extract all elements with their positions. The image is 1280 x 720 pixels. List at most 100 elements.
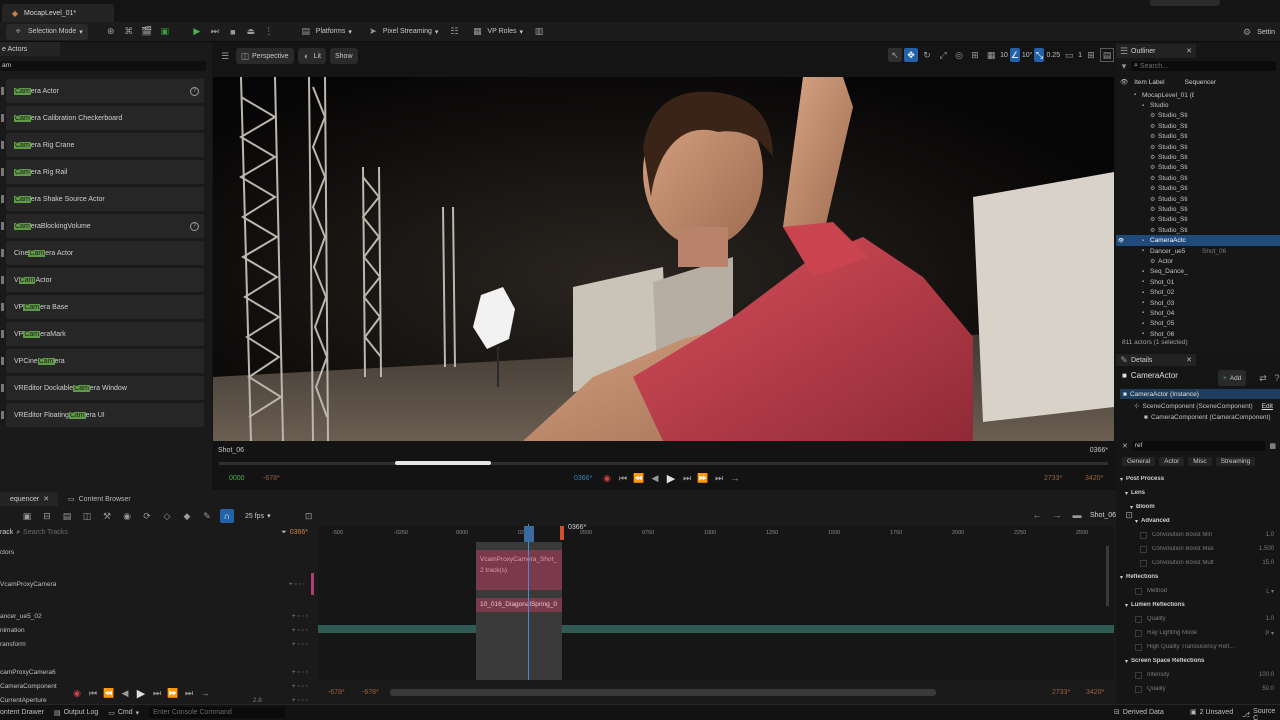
place-actor-item[interactable]: VP Cam eraMark (1, 322, 204, 346)
more-options-icon[interactable]: ⋮ (262, 25, 276, 39)
outliner-row[interactable]: ⚙ Studio_Sti (1116, 204, 1280, 214)
outliner-row[interactable]: ▪ Shot_06 (1116, 329, 1280, 339)
surface-snap-icon[interactable]: ⊞ (968, 48, 982, 62)
range-end2[interactable]: 3420* (1086, 689, 1104, 696)
camera-icon[interactable]: ◫ (80, 509, 94, 523)
play-icon[interactable]: ▶ (190, 25, 204, 39)
details-property-row[interactable]: Convolution Boost Min 1.0 (1120, 528, 1280, 542)
override-checkbox[interactable] (1135, 615, 1142, 623)
platforms-button[interactable]: ▤ Platforms ▾ (294, 24, 357, 40)
place-actor-item[interactable]: Cam era Actor? (1, 79, 204, 103)
close-icon[interactable]: ✕ (1186, 47, 1192, 55)
property-value[interactable]: 1.0 (1266, 616, 1274, 622)
range-start2[interactable]: -678* (362, 689, 379, 696)
range-end[interactable]: 2733* (1052, 689, 1070, 696)
show-button[interactable]: Show (329, 48, 358, 64)
blueprint-icon[interactable]: ⌘ (122, 25, 136, 39)
timecode-icon[interactable]: ⊡ (302, 509, 316, 523)
outliner-row[interactable]: ⚙ Actor (1116, 256, 1280, 266)
edit-tool-icon[interactable]: ✎ (200, 509, 214, 523)
level-tab[interactable]: ◆ MocapLevel_01* (2, 4, 114, 22)
track-search-placeholder[interactable]: Search Tracks (23, 529, 278, 536)
eye-icon[interactable]: 👁 (1116, 238, 1126, 244)
details-property-row[interactable]: Ray Lighting Mode P ▾ (1120, 626, 1280, 640)
world-space-icon[interactable]: ◎ (952, 48, 966, 62)
expand-arrow-icon[interactable]: ▾ (1120, 476, 1123, 483)
outliner-row[interactable]: ⚙ Studio_Sti (1116, 184, 1280, 194)
edit-link[interactable]: Edit (1262, 403, 1273, 410)
camera-clip[interactable]: VcamProxyCamera_Shot_ 2 track(s) (476, 550, 562, 590)
outliner-row[interactable]: ▪ Shot_05 (1116, 319, 1280, 329)
cinematics-icon[interactable]: 🎬 (140, 25, 154, 39)
key-icon[interactable]: ◇ (160, 509, 174, 523)
outliner-row[interactable]: ▪ Shot_04 (1116, 308, 1280, 318)
select-tool-icon[interactable]: ↖ (888, 48, 903, 62)
actions-icon[interactable]: ⚒ (100, 509, 114, 523)
track-value[interactable]: 2.8 (253, 697, 262, 704)
modes-icon[interactable]: ▣ (158, 25, 172, 39)
override-checkbox[interactable] (1140, 545, 1147, 553)
details-filter-tab[interactable]: Misc (1188, 457, 1212, 466)
details-section-header[interactable]: ▾ Lens (1120, 486, 1280, 500)
jump-end-icon[interactable]: ⏭ (712, 471, 726, 485)
sequencer-track[interactable] (0, 651, 314, 665)
outliner-row[interactable]: ⚙ Studio_Sti (1116, 173, 1280, 183)
sequencer-track[interactable] (0, 595, 314, 609)
outliner-search-input[interactable]: ⌕ Search... (1131, 61, 1276, 71)
grid-snap-value[interactable]: 10 (1000, 52, 1008, 59)
step-forward-icon[interactable]: ⏭ (680, 471, 694, 485)
outliner-row[interactable]: ⚙ Studio_Sti (1116, 215, 1280, 225)
grid-snap-icon[interactable]: ▦ (984, 48, 998, 62)
range-start[interactable]: -678* (328, 689, 345, 696)
add-component-button[interactable]: + Add (1218, 370, 1247, 386)
outliner-row[interactable]: ▪ Studio (1116, 100, 1280, 110)
unsaved-button[interactable]: ▣ 2 Unsaved (1190, 708, 1233, 717)
pixel-streaming-button[interactable]: ➤ Pixel Streaming ▾ (361, 24, 444, 40)
property-value[interactable]: P ▾ (1265, 630, 1274, 637)
next-key-icon[interactable]: ⏩ (166, 686, 180, 700)
details-section-header[interactable]: ▾ Lumen Reflections (1120, 598, 1280, 612)
close-icon[interactable]: ✕ (43, 495, 49, 503)
prev-key-icon[interactable]: ⏪ (632, 471, 646, 485)
details-property-row[interactable]: High Quality Translucency Refl... (1120, 640, 1280, 654)
place-actor-item[interactable]: VREditor Dockable Cam era Window (1, 376, 204, 400)
override-checkbox[interactable] (1135, 671, 1142, 679)
stop-icon[interactable]: ■ (226, 25, 240, 39)
property-value[interactable]: 1.0 (1266, 532, 1274, 538)
override-checkbox[interactable] (1140, 559, 1147, 567)
details-property-row[interactable]: Intensity 100.0 (1120, 668, 1280, 682)
details-section-header[interactable]: ▾ Advanced (1120, 514, 1280, 528)
expand-arrow-icon[interactable]: ▾ (1125, 658, 1128, 665)
sequencer-track[interactable] (0, 559, 314, 573)
override-checkbox[interactable] (1135, 629, 1142, 637)
outliner-row[interactable]: ▪ Shot_01 (1116, 277, 1280, 287)
layout-icon[interactable]: ▥ (532, 25, 546, 39)
selection-mode-button[interactable]: ⌖ Selection Mode ▾ (6, 23, 88, 40)
place-actor-item[interactable]: VREditor Floating Cam era UI (1, 403, 204, 427)
outliner-row[interactable]: ▪ Shot_02 (1116, 287, 1280, 297)
add-key-icon[interactable]: + ◦ ◦ ◦ (292, 669, 308, 676)
step-back-icon[interactable]: ◀ (118, 686, 132, 700)
outliner-row[interactable]: ⚙ Studio_Sti (1116, 111, 1280, 121)
lock-icon[interactable]: ⊡ (1122, 508, 1136, 522)
add-key-icon[interactable]: + ◦ ◦ ◦ (289, 581, 305, 588)
add-key-icon[interactable]: + ◦ ◦ ◦ (292, 641, 308, 648)
find-icon[interactable]: ⊟ (40, 509, 54, 523)
sequencer-track[interactable]: camProxyCamera6 + ◦ ◦ ◦ (0, 665, 314, 679)
place-actor-item[interactable]: Cine Cam era Actor (1, 241, 204, 265)
outliner-row[interactable]: ⚙ Studio_Sti (1116, 132, 1280, 142)
grid-icon[interactable]: ▦ (1269, 442, 1276, 450)
property-value[interactable]: 1.500 (1259, 546, 1274, 552)
settings-sliders-icon[interactable]: ☷ (447, 25, 461, 39)
next-key-icon[interactable]: ⏩ (696, 471, 710, 485)
outliner-row[interactable]: 👁 ▪ CameraActc (1116, 235, 1280, 246)
record-icon[interactable]: ◉ (600, 471, 614, 485)
property-value[interactable]: 100.0 (1259, 672, 1274, 678)
animation-clip[interactable]: 10_016_DiagonalSpring_0 (476, 598, 562, 612)
property-value[interactable]: 15.0 (1262, 560, 1274, 566)
expand-arrow-icon[interactable]: ▾ (1120, 574, 1123, 581)
camera-component-row[interactable]: ■ CameraComponent (CameraComponent) (1144, 414, 1271, 421)
close-icon[interactable]: ✕ (1186, 356, 1192, 364)
outliner-row[interactable]: ▪ Shot_03 (1116, 298, 1280, 308)
loop-icon[interactable]: → (198, 686, 212, 700)
